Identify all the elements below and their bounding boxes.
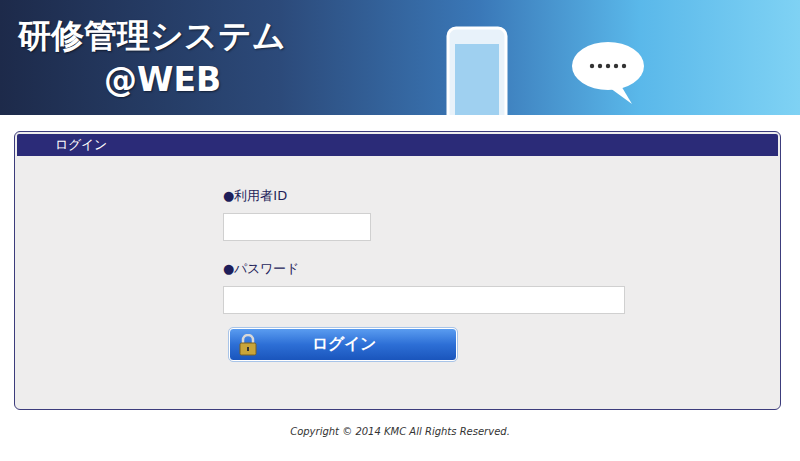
login-panel: ログイン●利用者ID●パスワードログイン <box>14 131 781 410</box>
login-page: 研修管理システム@WEBログイン●利用者ID●パスワードログインCopyrigh… <box>0 0 800 461</box>
system-title: 研修管理システム@WEB <box>0 0 286 115</box>
login-button[interactable]: ログイン <box>229 328 457 361</box>
login-form: ●利用者ID ●パスワードログイン <box>17 156 778 361</box>
panel-title: ログイン <box>17 134 778 156</box>
field-label: ●パスワード <box>223 261 778 277</box>
title-text: 研修管理システム <box>18 14 286 58</box>
banner-illustration <box>446 0 800 115</box>
subtitle-text: @WEB <box>18 58 286 102</box>
copyright-footer: Copyright © 2014 KMC All Rights Reserved… <box>0 410 800 437</box>
user-id-input[interactable] <box>223 213 371 241</box>
header-banner: 研修管理システム@WEB <box>0 0 800 115</box>
field-label: ●利用者ID <box>223 188 778 204</box>
speech-bubble-icon <box>570 14 650 114</box>
form-field: ●パスワード <box>223 261 778 314</box>
lock-icon <box>238 334 258 356</box>
password-input[interactable] <box>223 286 625 314</box>
form-field: ●利用者ID <box>223 188 778 241</box>
phone-icon <box>446 14 510 115</box>
